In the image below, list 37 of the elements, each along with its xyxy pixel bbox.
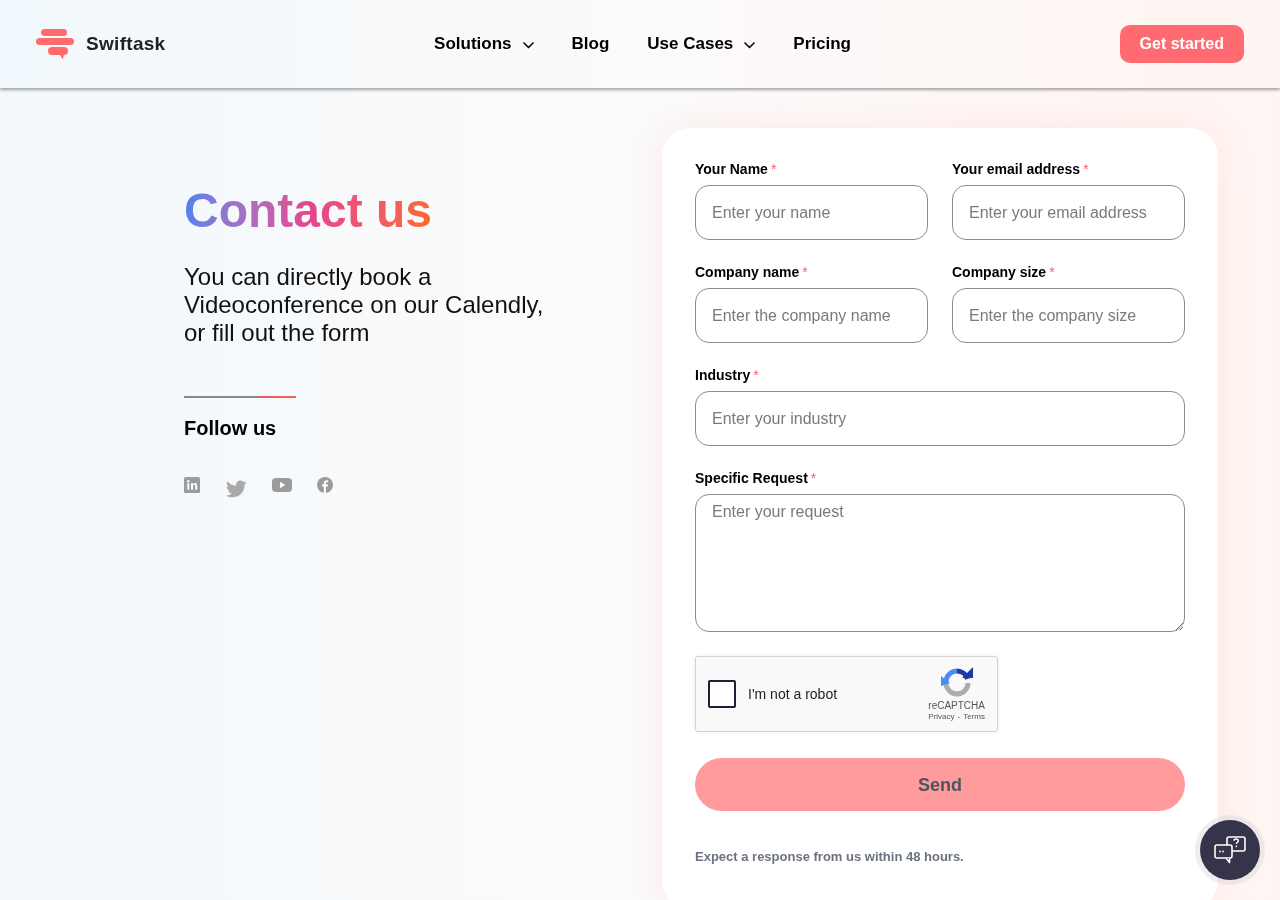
send-button[interactable]: Send	[695, 758, 1185, 811]
field-label: Your email address *	[952, 160, 1090, 178]
facebook-icon[interactable]	[317, 477, 333, 493]
intro-text: You can directly book a Videoconference on our Calendly, or fill out the form	[184, 263, 545, 347]
text-input-field[interactable]: Enter the company size	[952, 288, 1185, 343]
captcha-label: I'm not a robot	[748, 685, 838, 703]
separator-text: -	[957, 712, 961, 722]
play-icon[interactable]	[272, 478, 292, 492]
field-label: Company name *	[695, 263, 809, 281]
chat-button[interactable]	[1200, 820, 1260, 880]
field-label: Your Name *	[695, 160, 778, 178]
nav-menu-button[interactable]: Use Cases	[647, 33, 756, 55]
follow-heading: Follow us	[184, 416, 278, 440]
logo-icon[interactable]	[36, 28, 75, 60]
bird-icon[interactable]	[225, 479, 247, 498]
caret-icon	[522, 42, 534, 49]
text-input-field[interactable]: Enter your industry	[695, 391, 1185, 446]
field-label: Specific Request *	[695, 469, 818, 487]
text-input-field[interactable]: Enter your email address	[952, 185, 1185, 240]
recaptcha-brand-text: reCAPTCHA	[928, 700, 985, 712]
captcha-checkbox[interactable]	[708, 680, 736, 708]
logo-text[interactable]: Swiftask	[86, 32, 166, 56]
nav-menu-button[interactable]: Solutions	[434, 33, 534, 55]
terms-link[interactable]: Terms	[963, 712, 985, 722]
text-input-field[interactable]: Enter the company name	[695, 288, 928, 343]
response-note: Expect a response from us within 48 hours.	[695, 849, 965, 865]
request-textarea[interactable]: Enter your request	[695, 494, 1185, 632]
nav-link[interactable]: Pricing	[793, 33, 851, 55]
linkedin-icon[interactable]	[184, 477, 200, 493]
caret-icon	[744, 42, 756, 49]
nav-link[interactable]: Blog	[571, 33, 610, 55]
text-input-field[interactable]: Enter your name	[695, 185, 928, 240]
privacy-link[interactable]: Privacy	[928, 712, 955, 722]
speech-bubbles-icon	[1214, 836, 1246, 864]
circular-arrows-icon	[940, 666, 973, 697]
field-label: Industry *	[695, 366, 760, 384]
field-label: Company size *	[952, 263, 1056, 281]
